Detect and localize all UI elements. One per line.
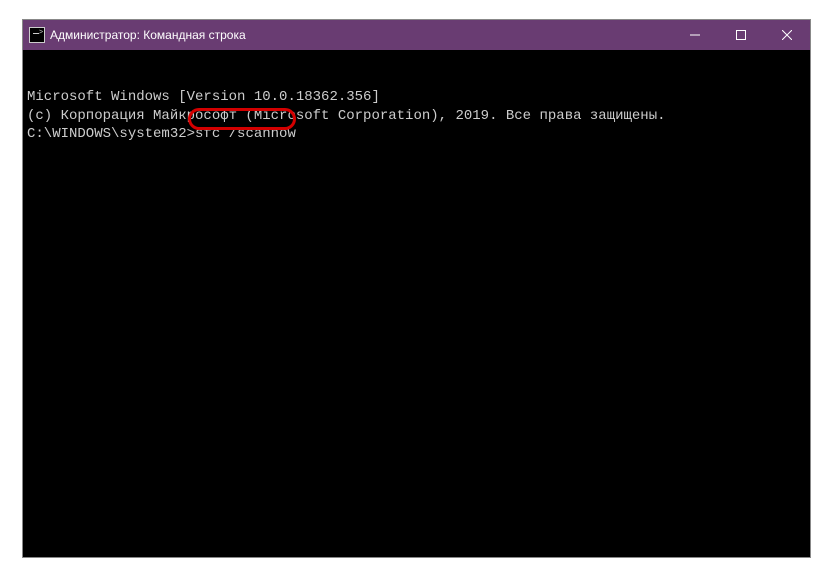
terminal-output[interactable]: Microsoft Windows [Version 10.0.18362.35… — [23, 50, 810, 557]
window-controls — [672, 20, 810, 50]
command-prompt-window: Администратор: Командная строка Microsof… — [22, 19, 811, 558]
output-line: (c) Корпорация Майкрософт (Microsoft Cor… — [27, 107, 806, 125]
command-input[interactable]: sfc /scannow — [195, 126, 296, 142]
minimize-button[interactable] — [672, 20, 718, 50]
cmd-icon — [29, 27, 45, 43]
maximize-button[interactable] — [718, 20, 764, 50]
close-button[interactable] — [764, 20, 810, 50]
prompt: C:\WINDOWS\system32> — [27, 126, 195, 142]
output-line: Microsoft Windows [Version 10.0.18362.35… — [27, 88, 806, 106]
prompt-line: C:\WINDOWS\system32>sfc /scannow — [27, 125, 806, 143]
window-title: Администратор: Командная строка — [50, 28, 672, 42]
title-bar[interactable]: Администратор: Командная строка — [23, 20, 810, 50]
